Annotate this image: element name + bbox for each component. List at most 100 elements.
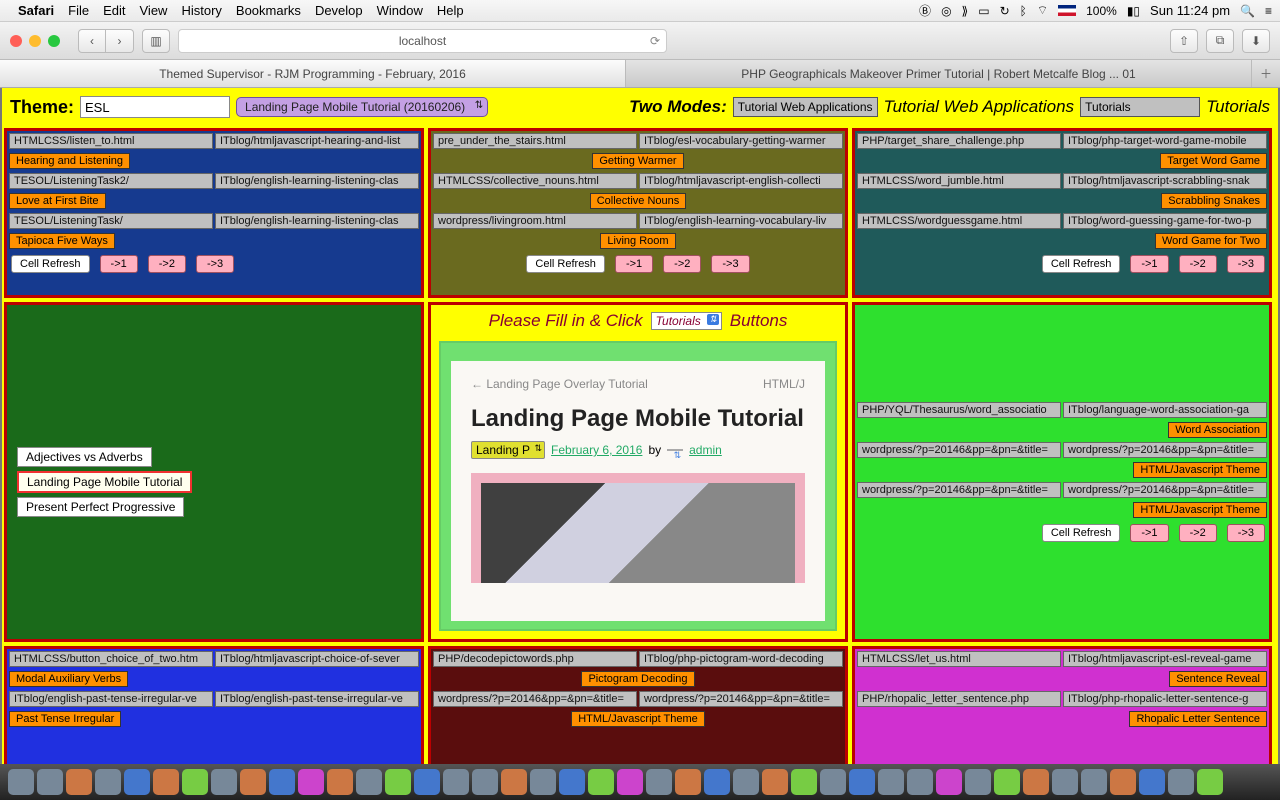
topic-tag[interactable]: HTML/Javascript Theme [571,711,705,727]
menu-window[interactable]: Window [377,3,423,18]
path-box[interactable]: ITblog/word-guessing-game-for-two-p [1063,213,1267,229]
dock-app-icon[interactable] [559,769,585,795]
bluetooth-icon[interactable]: ᛒ [1020,4,1027,18]
breadcrumb-prev[interactable]: ← Landing Page Overlay Tutorial [471,377,648,391]
cell-refresh-button[interactable]: Cell Refresh [1042,255,1121,273]
category-select[interactable]: Landing P⇅ [471,441,545,459]
downloads-button[interactable]: ⬇ [1242,29,1270,53]
tab-1[interactable]: Themed Supervisor - RJM Programming - Fe… [0,60,626,87]
tutorials-select[interactable]: Tutorials⇅ [651,312,722,330]
list-item[interactable]: Present Perfect Progressive [17,497,184,517]
topic-tag[interactable]: Hearing and Listening [9,153,130,169]
topic-tag[interactable]: Getting Warmer [592,153,683,169]
dock-app-icon[interactable] [66,769,92,795]
topic-tag[interactable]: Collective Nouns [590,193,687,209]
address-bar[interactable]: localhost ⟳ [178,29,667,53]
path-box[interactable]: ITblog/language-word-association-ga [1063,402,1267,418]
dock-app-icon[interactable] [965,769,991,795]
dock-app-icon[interactable] [1197,769,1223,795]
topic-tag[interactable]: Scrabbling Snakes [1161,193,1267,209]
dock-app-icon[interactable] [414,769,440,795]
dock-app-icon[interactable] [356,769,382,795]
status-icon[interactable]: Ⓑ [919,2,931,19]
cell-refresh-button[interactable]: Cell Refresh [1042,524,1121,542]
airplay-icon[interactable]: ▭ [978,4,989,18]
dock-app-icon[interactable] [617,769,643,795]
battery-icon[interactable]: ▮▯ [1127,4,1140,18]
topic-tag[interactable]: Sentence Reveal [1169,671,1267,687]
nav-1-button[interactable]: ->1 [615,255,653,273]
share-button[interactable]: ⇧ [1170,29,1198,53]
list-item-active[interactable]: Landing Page Mobile Tutorial [17,471,192,493]
breadcrumb-next[interactable]: HTML/J [763,377,805,391]
tutorial-select[interactable]: Landing Page Mobile Tutorial (20160206)⇅ [236,97,488,117]
menubar-app[interactable]: Safari [18,3,54,18]
menu-bookmarks[interactable]: Bookmarks [236,3,301,18]
minimize-window-button[interactable] [29,35,41,47]
back-button[interactable]: ‹ [78,29,106,53]
dock-app-icon[interactable] [182,769,208,795]
path-box[interactable]: ITblog/esl-vocabulary-getting-warmer [639,133,843,149]
path-box[interactable]: ITblog/htmljavascript-scrabbling-snak [1063,173,1267,189]
dock-app-icon[interactable] [269,769,295,795]
status-icon[interactable]: ⟫ [962,4,969,18]
menu-file[interactable]: File [68,3,89,18]
dock-app-icon[interactable] [1139,769,1165,795]
dock-app-icon[interactable] [675,769,701,795]
path-box[interactable]: TESOL/ListeningTask2/ [9,173,213,189]
nav-2-button[interactable]: ->2 [1179,524,1217,542]
topic-tag[interactable]: Rhopalic Letter Sentence [1129,711,1267,727]
path-box[interactable]: ITblog/php-pictogram-word-decoding [639,651,843,667]
path-box[interactable]: ITblog/php-target-word-game-mobile [1063,133,1267,149]
menu-edit[interactable]: Edit [103,3,125,18]
dock-app-icon[interactable] [588,769,614,795]
new-tab-button[interactable]: ＋ [1252,60,1280,87]
topic-tag[interactable]: HTML/Javascript Theme [1133,502,1267,518]
dock-app-icon[interactable] [849,769,875,795]
dock-app-icon[interactable] [704,769,730,795]
path-box[interactable]: HTMLCSS/listen_to.html [9,133,213,149]
path-box[interactable]: pre_under_the_stairs.html [433,133,637,149]
nav-2-button[interactable]: ->2 [148,255,186,273]
menu-develop[interactable]: Develop [315,3,363,18]
topic-tag[interactable]: Target Word Game [1160,153,1267,169]
path-box[interactable]: ITblog/htmljavascript-hearing-and-list [215,133,419,149]
path-box[interactable]: wordpress/?p=20146&pp=&pn=&title= [857,482,1061,498]
nav-1-button[interactable]: ->1 [100,255,138,273]
tabs-button[interactable]: ⧉ [1206,29,1234,53]
zoom-window-button[interactable] [48,35,60,47]
dock-app-icon[interactable] [298,769,324,795]
spotlight-icon[interactable]: 🔍 [1240,4,1255,18]
status-icon[interactable]: ◎ [941,4,951,18]
path-box[interactable]: wordpress/?p=20146&pp=&pn=&title= [433,691,637,707]
dock-app-icon[interactable] [994,769,1020,795]
path-box[interactable]: HTMLCSS/button_choice_of_two.htm [9,651,213,667]
flag-icon[interactable] [1058,5,1076,16]
nav-1-button[interactable]: ->1 [1130,255,1168,273]
path-box[interactable]: PHP/decodepictowords.php [433,651,637,667]
author-select[interactable]: ⇅ [667,449,683,451]
dock-app-icon[interactable] [762,769,788,795]
topic-tag[interactable]: Past Tense Irregular [9,711,121,727]
tab-2[interactable]: PHP Geographicals Makeover Primer Tutori… [626,60,1252,87]
dock-app-icon[interactable] [37,769,63,795]
topic-tag[interactable]: Living Room [600,233,675,249]
path-box[interactable]: wordpress/?p=20146&pp=&pn=&title= [857,442,1061,458]
close-window-button[interactable] [10,35,22,47]
path-box[interactable]: wordpress/livingroom.html [433,213,637,229]
mode1-box[interactable]: Tutorial Web Applications [733,97,878,117]
dock-app-icon[interactable] [153,769,179,795]
dock-app-icon[interactable] [646,769,672,795]
nav-1-button[interactable]: ->1 [1130,524,1168,542]
path-box[interactable]: PHP/YQL/Thesaurus/word_associatio [857,402,1061,418]
path-box[interactable]: PHP/target_share_challenge.php [857,133,1061,149]
dock-app-icon[interactable] [1023,769,1049,795]
topic-tag[interactable]: Word Association [1168,422,1267,438]
path-box[interactable]: HTMLCSS/collective_nouns.html [433,173,637,189]
dock-app-icon[interactable] [820,769,846,795]
cell-refresh-button[interactable]: Cell Refresh [11,255,90,273]
dock-app-icon[interactable] [791,769,817,795]
notifications-icon[interactable]: ≡ [1265,4,1272,18]
nav-2-button[interactable]: ->2 [663,255,701,273]
path-box[interactable]: wordpress/?p=20146&pp=&pn=&title= [1063,482,1267,498]
